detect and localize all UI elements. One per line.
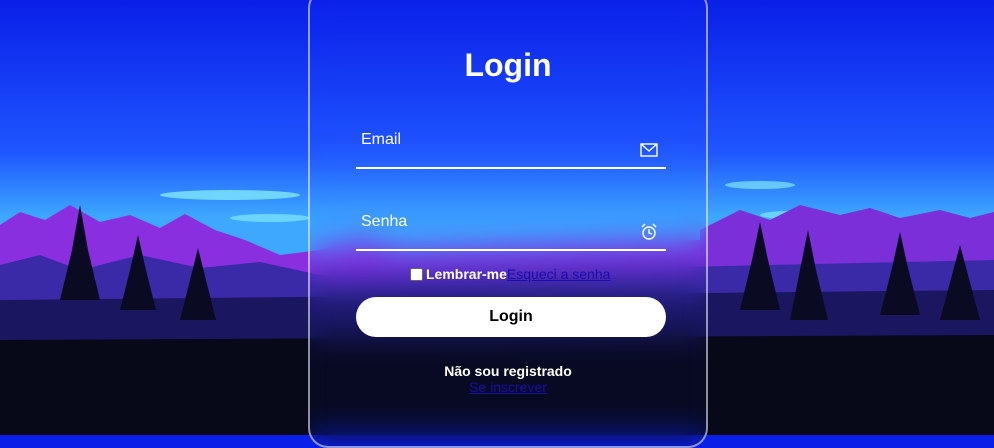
remember-label: Lembrar-me	[426, 266, 507, 282]
forgot-password-link[interactable]: Esqueci a senha	[507, 266, 611, 282]
email-field[interactable]: Email	[356, 123, 666, 169]
not-registered-text: Não sou registrado	[444, 363, 572, 379]
remember-row: Lembrar-me Esqueci a senha	[410, 266, 610, 282]
remember-checkbox[interactable]	[410, 267, 423, 281]
password-placeholder: Senha	[361, 213, 408, 230]
alarm-clock-icon	[641, 223, 657, 240]
login-title: Login	[464, 47, 552, 83]
login-button[interactable]: Login	[356, 297, 666, 337]
login-card: Login Email Senha Lembrar-me Esqueci a s…	[308, 0, 708, 448]
email-placeholder: Email	[361, 131, 402, 148]
mail-icon	[640, 143, 658, 157]
password-field[interactable]: Senha	[356, 205, 666, 251]
signup-link[interactable]: Se inscrever	[310, 379, 706, 395]
